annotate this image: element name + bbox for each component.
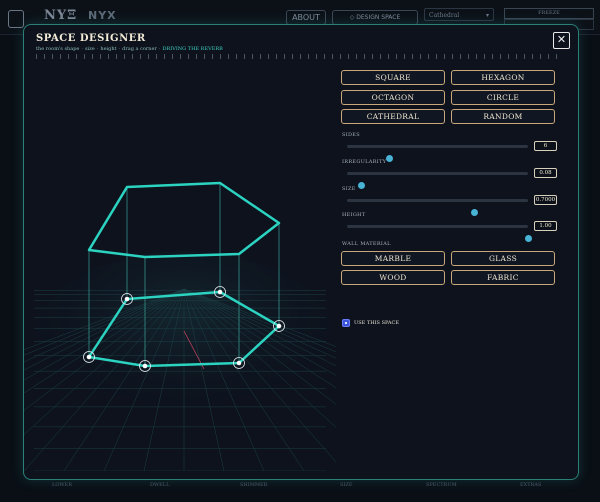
irregularity-slider[interactable] <box>347 172 528 189</box>
material-button-marble[interactable]: MARBLE <box>341 251 445 266</box>
footer-label: DWELL <box>150 482 170 488</box>
footer-label: SHIMMER <box>240 482 268 488</box>
irregularity-label: IRREGULARITY <box>342 159 387 165</box>
subtitle-part: drag a corner <box>122 46 157 52</box>
app-subtitle: NYX <box>88 9 117 22</box>
chevron-down-icon: ▾ <box>485 12 489 19</box>
space-designer-modal: SPACE DESIGNER the room's shape · size · hei… <box>0 24 600 480</box>
shape-button-square[interactable]: SQUARE <box>341 70 445 85</box>
use-space-label: USE THIS SPACE <box>354 320 399 326</box>
irregularity-value-input[interactable]: 0.08 <box>534 168 557 178</box>
room-3d-view <box>0 181 600 472</box>
footer-label: EXTRAS <box>520 482 542 488</box>
size-slider-row: SIZE 0.7000 <box>341 186 557 216</box>
freeze-button[interactable]: FREEZE <box>504 8 594 19</box>
modal-subtitle: the room's shape · size · height · drag a corn… <box>36 46 223 52</box>
irregularity-slider-row: IRREGULARITY 0.08 <box>341 159 557 189</box>
wall-material-label: WALL MATERIAL <box>342 241 391 247</box>
app-title: NYΞ <box>44 8 78 23</box>
sides-value-input[interactable]: 6 <box>534 141 557 151</box>
shape-button-circle[interactable]: CIRCLE <box>451 90 555 105</box>
size-label: SIZE <box>342 186 356 192</box>
ruler-divider <box>36 54 564 59</box>
material-button-glass[interactable]: GLASS <box>451 251 555 266</box>
shape-button-hexagon[interactable]: HEXAGON <box>451 70 555 85</box>
subtitle-part: size <box>84 46 95 52</box>
sides-slider[interactable] <box>347 145 528 162</box>
preset-select[interactable]: Cathedral ▾ <box>424 8 494 21</box>
height-slider[interactable] <box>347 225 532 242</box>
subtitle-part: height <box>100 46 117 52</box>
shape-button-octagon[interactable]: OCTAGON <box>341 90 445 105</box>
app-logo-icon <box>8 10 24 28</box>
preset-select-value: Cathedral <box>429 12 460 19</box>
room-viewport[interactable] <box>0 61 600 472</box>
material-button-wood[interactable]: WOOD <box>341 270 445 285</box>
subtitle-accent: DRIVING THE REVERB <box>162 46 223 52</box>
footer-label: SPECTRUM <box>426 482 457 488</box>
shape-button-random[interactable]: RANDOM <box>451 109 555 124</box>
use-space-toggle[interactable]: USE THIS SPACE <box>342 319 462 329</box>
use-space-checkbox[interactable] <box>342 319 350 327</box>
height-slider-thumb[interactable] <box>525 235 532 242</box>
sides-label: SIDES <box>342 132 360 138</box>
height-slider-row: HEIGHT 1.00 <box>341 212 557 242</box>
close-button[interactable]: ✕ <box>553 32 570 49</box>
about-button[interactable]: ABOUT <box>286 10 326 25</box>
room-ceiling-outline <box>87 181 281 259</box>
size-slider[interactable] <box>347 199 528 216</box>
shape-button-cathedral[interactable]: CATHEDRAL <box>341 109 445 124</box>
size-value-input[interactable]: 0.7000 <box>534 195 557 205</box>
height-value-input[interactable]: 1.00 <box>534 221 557 231</box>
footer-label: SIZE <box>340 482 353 488</box>
material-button-fabric[interactable]: FABRIC <box>451 270 555 285</box>
design-space-button[interactable]: ◇ DESIGN SPACE <box>332 10 418 25</box>
subtitle-part: the room's shape <box>36 46 80 52</box>
height-label: HEIGHT <box>342 212 366 218</box>
sides-slider-row: SIDES 6 <box>341 132 557 162</box>
modal-title: SPACE DESIGNER <box>36 33 146 44</box>
footer-label: LOWER <box>52 482 72 488</box>
